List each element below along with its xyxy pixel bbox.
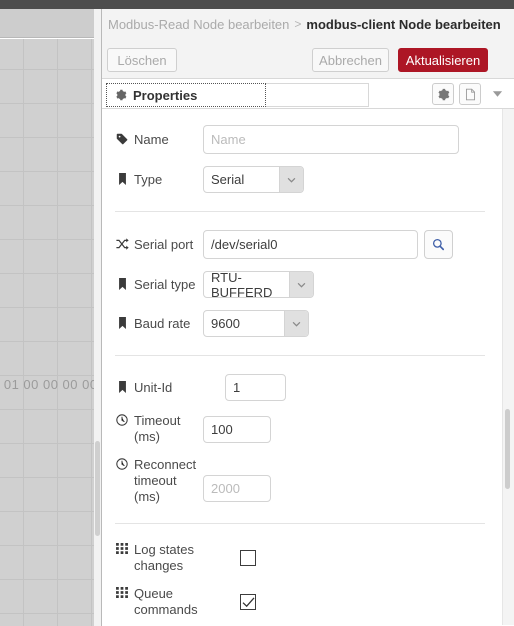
reconnect-timeout-label-text: Reconnect timeout (ms) — [134, 457, 203, 505]
queue-commands-checkbox[interactable] — [240, 594, 256, 610]
tab-properties-label: Properties — [133, 87, 198, 103]
shuffle-icon — [115, 237, 129, 250]
form-row-timeout: Timeout (ms) — [102, 413, 500, 445]
log-states-changes-checkbox[interactable] — [240, 550, 256, 566]
bookmark-icon — [115, 380, 129, 393]
baud-rate-select[interactable]: 9600 — [203, 310, 309, 337]
check-icon — [242, 596, 254, 607]
grid-icon — [115, 543, 129, 554]
clock-icon — [115, 458, 129, 470]
node-description-document-button[interactable] — [459, 83, 481, 105]
serial-type-select-value: RTU-BUFFERD — [211, 269, 273, 300]
properties-scrollbar-thumb[interactable] — [505, 409, 510, 489]
tab-properties[interactable]: Properties — [106, 83, 266, 107]
reconnect-timeout-input[interactable] — [203, 475, 271, 502]
serial-port-label: Serial port — [115, 237, 203, 253]
form-divider-2 — [115, 355, 485, 356]
chevron-down-icon — [284, 311, 308, 336]
flow-canvas-area: 0 01 00 00 00 00 — [0, 9, 101, 626]
reconnect-timeout-label-line1: Reconnect — [134, 457, 197, 472]
serial-port-search-button[interactable] — [424, 230, 453, 259]
baud-rate-label: Baud rate — [115, 316, 203, 332]
unit-id-label-text: Unit-Id — [134, 379, 173, 395]
form-row-type: Type Serial — [102, 166, 500, 193]
name-label: Name — [115, 132, 203, 148]
bookmark-icon — [115, 277, 129, 290]
timeout-label: Timeout (ms) — [115, 413, 203, 445]
update-button[interactable]: Aktualisieren — [398, 48, 488, 72]
bookmark-icon — [115, 172, 129, 185]
form-row-serial-port: Serial port — [102, 230, 500, 259]
node-edit-dialog: Modbus-Read Node bearbeiten > modbus-cli… — [101, 9, 514, 626]
cancel-button[interactable]: Abbrechen — [312, 48, 389, 72]
unit-id-label: Unit-Id — [115, 380, 203, 396]
name-input[interactable] — [203, 125, 459, 154]
dialog-more-menu-button[interactable] — [486, 83, 508, 105]
properties-scrollbar-track[interactable] — [502, 109, 514, 625]
baud-rate-label-text: Baud rate — [134, 315, 191, 331]
form-row-queue-commands: Queue commands — [102, 586, 500, 618]
search-icon — [432, 238, 445, 251]
unit-id-input[interactable] — [225, 374, 286, 401]
node-settings-gear-button[interactable] — [432, 83, 454, 105]
name-label-text: Name — [134, 131, 169, 147]
serial-port-label-text: Serial port — [134, 236, 194, 252]
bookmark-icon — [115, 316, 129, 329]
gear-icon — [115, 89, 127, 101]
form-row-serial-type: Serial type RTU-BUFFERD — [102, 269, 500, 300]
form-row-unit-id: Unit-Id — [102, 374, 500, 401]
type-select[interactable]: Serial — [203, 166, 304, 193]
log-states-changes-label-text: Log states changes — [134, 542, 194, 573]
reconnect-timeout-label: Reconnect timeout (ms) — [115, 457, 203, 505]
dialog-action-bar: Löschen Abbrechen Aktualisieren — [102, 39, 514, 79]
serial-port-input[interactable] — [203, 230, 418, 259]
chevron-down-icon — [279, 167, 303, 192]
properties-scroll-pane: Name Type — [102, 109, 514, 625]
form-row-log-states-changes: Log states changes — [102, 542, 500, 574]
serial-type-label: Serial type — [115, 277, 203, 293]
tag-icon — [115, 133, 129, 145]
type-label-text: Type — [134, 171, 163, 187]
serial-type-label-text: Serial type — [134, 276, 196, 292]
flow-canvas-grid[interactable]: 0 01 00 00 00 00 — [0, 39, 97, 626]
breadcrumb: Modbus-Read Node bearbeiten > modbus-cli… — [102, 9, 514, 39]
node-red-editor: 0 01 00 00 00 00 Modbus-Read Node bearbe… — [0, 0, 514, 626]
reconnect-timeout-label-line2: timeout (ms) — [134, 473, 177, 504]
breadcrumb-current: modbus-client Node bearbeiten — [306, 16, 501, 32]
grid-icon — [115, 587, 129, 598]
serial-type-select-wrapper: RTU-BUFFERD — [203, 269, 314, 300]
dialog-tools — [432, 83, 508, 105]
breadcrumb-separator: > — [294, 17, 302, 31]
log-states-changes-label: Log states changes — [115, 542, 240, 574]
canvas-scrollbar-thumb[interactable] — [95, 441, 100, 536]
queue-commands-label-text: Queue commands — [134, 586, 198, 617]
form-row-name: Name — [102, 125, 500, 154]
timeout-input[interactable] — [203, 415, 271, 443]
type-label: Type — [115, 172, 203, 188]
form-divider-1 — [115, 211, 485, 212]
queue-commands-label: Queue commands — [115, 586, 240, 618]
app-header-bar — [0, 0, 514, 9]
flow-tab-bar[interactable] — [0, 9, 94, 38]
form-row-reconnect-timeout: Reconnect timeout (ms) — [102, 457, 500, 505]
form-row-baud-rate: Baud rate 9600 — [102, 310, 500, 337]
form-divider-3 — [115, 523, 485, 524]
tab-strip-filler — [266, 83, 369, 107]
properties-form: Name Type — [102, 109, 500, 625]
type-select-value: Serial — [211, 172, 245, 187]
canvas-debug-text: 0 01 00 00 00 00 — [0, 377, 98, 392]
type-select-wrapper: Serial — [203, 166, 304, 193]
chevron-down-icon — [289, 272, 313, 297]
delete-button[interactable]: Löschen — [107, 48, 177, 72]
clock-icon — [115, 414, 129, 426]
baud-rate-select-wrapper: 9600 — [203, 310, 309, 337]
breadcrumb-previous[interactable]: Modbus-Read Node bearbeiten — [108, 17, 289, 32]
dialog-tab-strip: Properties — [102, 80, 514, 109]
baud-rate-select-value: 9600 — [211, 316, 240, 331]
serial-type-select[interactable]: RTU-BUFFERD — [203, 269, 314, 300]
timeout-label-text: Timeout (ms) — [134, 413, 181, 444]
